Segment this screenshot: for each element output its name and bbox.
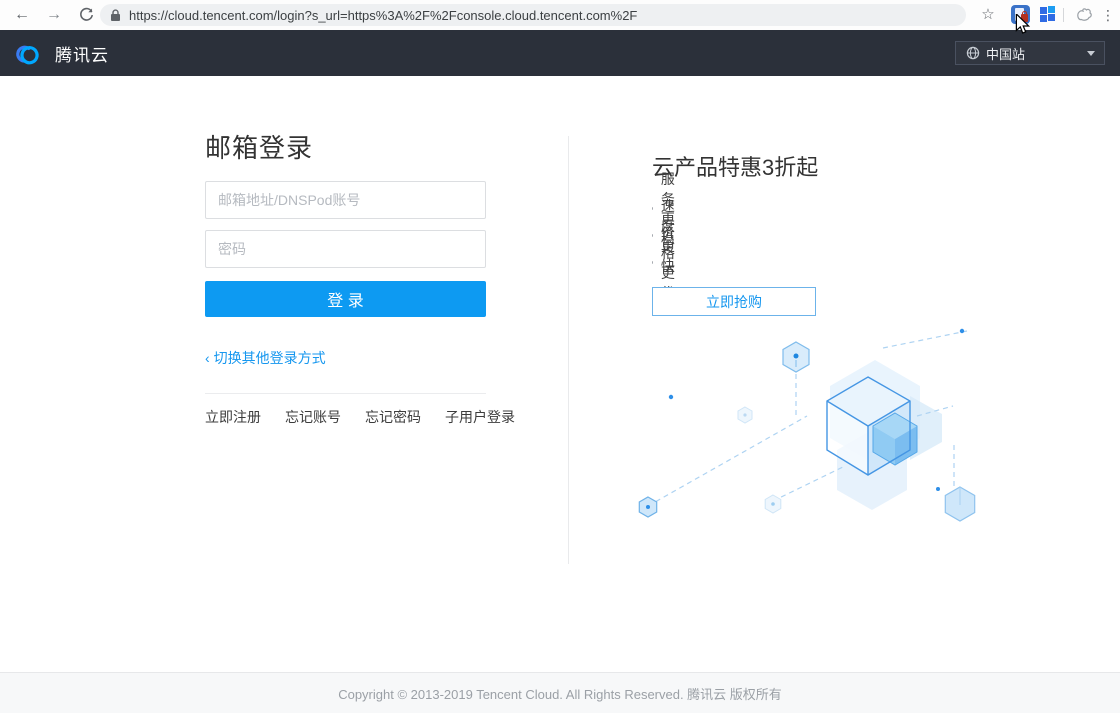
browser-refresh-icon[interactable]	[73, 0, 99, 30]
switch-login-method-label: 切换其他登录方式	[214, 350, 326, 366]
chevron-left-icon: ‹	[205, 350, 210, 366]
tencent-cloud-login-page: ← → https://cloud.tencent.com/login?s_ur…	[0, 0, 1120, 713]
bookmark-star-icon[interactable]: ☆	[978, 0, 998, 30]
switch-login-method-link[interactable]: ‹切换其他登录方式	[205, 348, 326, 368]
login-button[interactable]: 登 录	[205, 281, 486, 317]
main-content: 邮箱登录 登 录 ‹切换其他登录方式 立即注册 忘记账号 忘记密码 子用户登录 …	[0, 76, 1120, 672]
login-title: 邮箱登录	[205, 128, 313, 165]
list-item: 价格更优	[652, 249, 677, 276]
page-footer: Copyright © 2013-2019 Tencent Cloud. All…	[0, 672, 1120, 713]
brand[interactable]: 腾讯云	[12, 30, 109, 76]
ssl-lock-icon	[110, 9, 121, 22]
brand-name: 腾讯云	[55, 41, 109, 66]
region-label: 中国站	[986, 44, 1025, 63]
bullet-dot-icon	[652, 261, 653, 264]
browser-back-icon[interactable]: ←	[9, 0, 35, 30]
globe-icon	[966, 46, 980, 60]
sub-user-login-link[interactable]: 子用户登录	[445, 407, 515, 427]
claw-extension-icon[interactable]	[1074, 5, 1094, 25]
cube-illustration	[620, 320, 1020, 530]
address-bar[interactable]: https://cloud.tencent.com/login?s_url=ht…	[100, 4, 966, 26]
copyright-text: Copyright © 2013-2019 Tencent Cloud. All…	[338, 684, 782, 703]
toolbar-separator	[1063, 8, 1064, 22]
site-navbar: 腾讯云 中国站	[0, 30, 1120, 76]
forgot-account-link[interactable]: 忘记账号	[285, 407, 341, 427]
password-field[interactable]	[205, 230, 486, 268]
chevron-down-icon	[1087, 51, 1095, 56]
buy-now-button[interactable]: 立即抢购	[652, 287, 816, 316]
form-divider	[205, 393, 486, 394]
register-link[interactable]: 立即注册	[205, 407, 261, 427]
mouse-cursor	[1015, 14, 1030, 41]
promo-bullet-list: 服务更稳 速度更快 价格更优	[652, 195, 677, 276]
forgot-password-link[interactable]: 忘记密码	[365, 407, 421, 427]
browser-menu-icon[interactable]: ⋮	[1098, 0, 1118, 30]
bullet-dot-icon	[652, 234, 653, 237]
browser-toolbar: ← → https://cloud.tencent.com/login?s_ur…	[0, 0, 1120, 30]
column-divider	[568, 136, 569, 564]
email-field[interactable]	[205, 181, 486, 219]
tiles-extension-icon[interactable]	[1040, 6, 1056, 22]
tencent-cloud-logo-icon	[12, 40, 46, 66]
browser-forward-icon[interactable]: →	[41, 0, 67, 30]
bullet-dot-icon	[652, 207, 653, 210]
url-text: https://cloud.tencent.com/login?s_url=ht…	[129, 8, 637, 23]
region-selector[interactable]: 中国站	[955, 41, 1105, 65]
auxiliary-links: 立即注册 忘记账号 忘记密码 子用户登录	[205, 407, 486, 427]
